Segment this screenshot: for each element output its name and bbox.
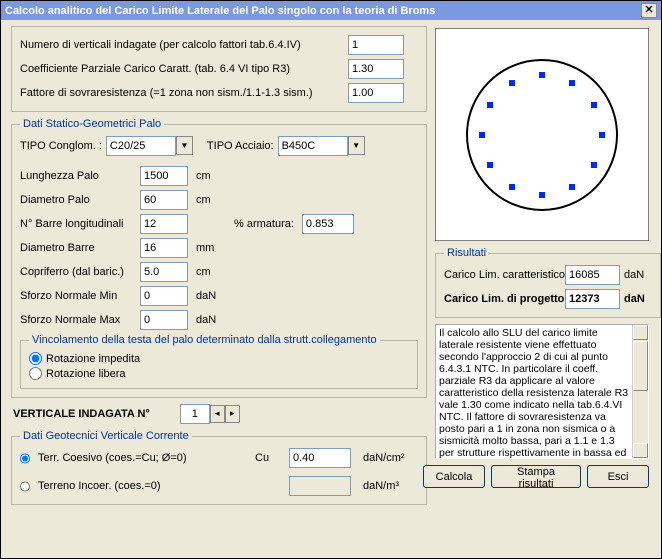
rot-libera-radio[interactable] [29, 367, 42, 380]
nmin-label: Sforzo Normale Min [20, 290, 140, 302]
log-text: Il calcolo allo SLU del carico limite la… [439, 327, 645, 459]
car-lim-prog-unit: daN [620, 293, 652, 305]
tipo-acc-label: TIPO Acciaio: [207, 140, 274, 152]
cu-label: Cu [255, 452, 285, 464]
diam-barre-input[interactable] [140, 238, 188, 258]
rot-impedita-radio[interactable] [29, 352, 42, 365]
car-lim-prog-label: Carico Lim. di progetto [444, 293, 565, 305]
num-vert-label: Numero di verticali indagate (per calcol… [20, 39, 348, 51]
nbarre-input[interactable] [140, 214, 188, 234]
lung-input[interactable] [140, 166, 188, 186]
nbarre-label: N° Barre longitudinali [20, 218, 140, 230]
nmax-unit: daN [196, 314, 216, 326]
dati-palo-group: Dati Statico-Geometrici Palo TIPO Conglo… [11, 118, 427, 398]
top-params: Numero di verticali indagate (per calcol… [11, 26, 427, 112]
spin-next-icon[interactable]: ▸ [225, 405, 240, 423]
scroll-up-icon[interactable] [633, 325, 648, 340]
diam-label: Diametro Palo [20, 194, 140, 206]
risultati-group: Risultati Carico Lim. caratteristico daN… [435, 247, 661, 318]
coef-parz-label: Coefficiente Parziale Carico Caratt. (ta… [20, 63, 348, 75]
car-lim-car-label: Carico Lim. caratteristico [444, 269, 565, 281]
perc-arm-label: % armatura: [234, 218, 294, 230]
close-icon[interactable]: ✕ [641, 3, 657, 18]
car-lim-prog-val[interactable] [565, 289, 620, 309]
copri-unit: cm [196, 266, 211, 278]
car-lim-car-unit: daN [620, 269, 652, 281]
chevron-down-icon[interactable]: ▼ [176, 136, 193, 155]
calcola-button[interactable]: Calcola [423, 465, 485, 488]
nmin-input[interactable] [140, 286, 188, 306]
geo-legend: Dati Geotecnici Verticale Corrente [20, 430, 192, 442]
scroll-down-icon[interactable] [633, 443, 648, 458]
spin-prev-icon[interactable]: ◂ [210, 405, 225, 423]
log-textarea[interactable]: Il calcolo allo SLU del carico limite la… [435, 324, 649, 459]
tipo-cong-select[interactable] [106, 136, 176, 156]
esci-button[interactable]: Esci [587, 465, 649, 488]
diam-input[interactable] [140, 190, 188, 210]
terr-incoer-radio[interactable] [20, 480, 30, 493]
stampa-button[interactable]: Stampa risultati [491, 465, 581, 488]
vincolamento-legend: Vincolamento della testa del palo determ… [29, 334, 380, 346]
copri-label: Copriferro (dal baric.) [20, 266, 140, 278]
vert-indagata-label: VERTICALE INDAGATA N° [13, 408, 150, 420]
vincolamento-group: Vincolamento della testa del palo determ… [20, 334, 418, 389]
nmin-unit: daN [196, 290, 216, 302]
tipo-cong-label: TIPO Conglom. : [20, 140, 102, 152]
nmax-input[interactable] [140, 310, 188, 330]
gamma-input [289, 476, 351, 496]
tipo-acc-select[interactable] [278, 136, 348, 156]
car-lim-car-val[interactable] [565, 265, 620, 285]
terr-coesivo-radio[interactable] [20, 452, 30, 465]
geo-group: Dati Geotecnici Verticale Corrente Terr.… [11, 430, 427, 505]
scroll-thumb[interactable] [633, 341, 648, 391]
lung-label: Lunghezza Palo [20, 170, 140, 182]
lung-unit: cm [196, 170, 211, 182]
rot-libera-label: Rotazione libera [46, 368, 126, 380]
terr-coesivo-label: Terr. Coesivo (coes.=Cu; Ø=0) [38, 452, 251, 464]
copri-input[interactable] [140, 262, 188, 282]
num-vert-input[interactable] [348, 35, 404, 55]
coef-parz-input[interactable] [348, 59, 404, 79]
vert-num-input[interactable] [180, 404, 210, 424]
window-title: Calcolo analitico del Carico Limite Late… [5, 5, 435, 17]
gamma-unit: daN/m³ [363, 480, 418, 492]
nmax-label: Sforzo Normale Max [20, 314, 140, 326]
perc-arm-input[interactable] [302, 214, 354, 234]
fatt-sovr-label: Fattore di sovraresistenza (=1 zona non … [20, 87, 348, 99]
diam-barre-label: Diametro Barre [20, 242, 140, 254]
risultati-legend: Risultati [444, 247, 489, 259]
diam-barre-unit: mm [196, 242, 214, 254]
cu-unit: daN/cm² [363, 452, 418, 464]
terr-incoer-label: Terreno Incoer. (coes.=0) [38, 480, 251, 492]
dati-palo-legend: Dati Statico-Geometrici Palo [20, 118, 164, 130]
rot-impedita-label: Rotazione impedita [46, 353, 140, 365]
fatt-sovr-input[interactable] [348, 83, 404, 103]
cu-input[interactable] [289, 448, 351, 468]
pile-section-canvas [435, 28, 649, 241]
chevron-down-icon[interactable]: ▼ [348, 136, 365, 155]
diam-unit: cm [196, 194, 211, 206]
scrollbar[interactable] [632, 325, 648, 458]
